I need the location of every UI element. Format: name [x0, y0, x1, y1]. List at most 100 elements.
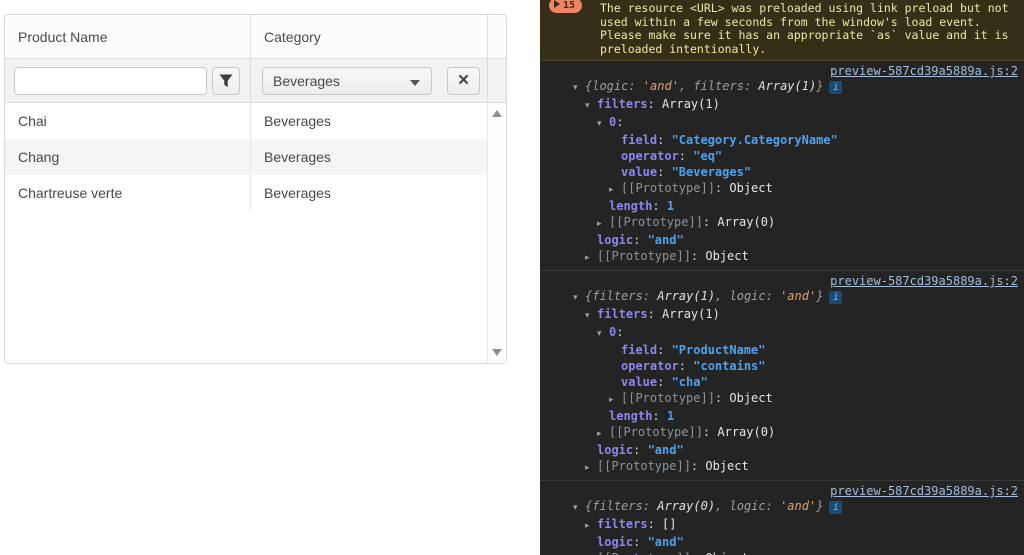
- console-token: :: [679, 359, 693, 373]
- console-token: value: [621, 375, 657, 389]
- scroll-up-icon[interactable]: [492, 110, 502, 117]
- filter-scrollbar-gutter: [488, 59, 506, 102]
- console-tree-line: ▾0:: [546, 324, 1018, 342]
- funnel-icon: [219, 74, 233, 88]
- expand-arrow-icon[interactable]: ▸: [585, 518, 597, 534]
- console-token: :: [648, 97, 662, 111]
- console-token: :: [652, 409, 666, 423]
- warning-text-line: preloaded intentionally.: [600, 43, 1018, 57]
- console-token: logic:: [730, 289, 781, 303]
- console-tree-line: logic: "and": [546, 232, 1018, 248]
- column-header-product-name[interactable]: Product Name: [5, 15, 251, 58]
- console-token: field: [621, 343, 657, 357]
- table-row[interactable]: Chang Beverages: [5, 139, 506, 175]
- source-link[interactable]: preview-587cd39a5889a.js:2: [830, 64, 1018, 78]
- info-icon[interactable]: i: [829, 291, 842, 304]
- info-icon[interactable]: i: [829, 81, 842, 94]
- console-token: "ProductName": [672, 343, 766, 357]
- category-cell: Beverages: [251, 175, 488, 211]
- console-token: "Beverages": [672, 165, 751, 179]
- collapse-arrow-icon[interactable]: ▾: [585, 98, 597, 114]
- console-tree-line: ▸[[Prototype]]: Array(0): [546, 424, 1018, 442]
- source-link[interactable]: preview-587cd39a5889a.js:2: [830, 484, 1018, 498]
- expand-arrow-icon[interactable]: ▸: [585, 460, 597, 476]
- console-token: :: [633, 535, 647, 549]
- console-token: logic:: [730, 499, 781, 513]
- console-warning[interactable]: 15 The resource <URL> was preloaded usin…: [540, 0, 1024, 61]
- console-tree-line: ▸[[Prototype]]: Object: [546, 248, 1018, 266]
- collapse-arrow-icon[interactable]: ▾: [585, 308, 597, 324]
- console-token: logic: [597, 233, 633, 247]
- vertical-scrollbar[interactable]: [487, 103, 506, 363]
- warning-count: 15: [563, 0, 575, 11]
- console-token: :: [715, 391, 729, 405]
- console-entries: preview-587cd39a5889a.js:2▾{logic: 'and'…: [540, 61, 1024, 555]
- console-token: ,: [715, 289, 729, 303]
- console-token: :: [648, 517, 662, 531]
- expand-arrow-icon[interactable]: ▸: [597, 216, 609, 232]
- console-token: length: [609, 409, 652, 423]
- category-filter-dropdown[interactable]: Beverages: [262, 67, 432, 95]
- console-tree-line: ▾filters: Array(1): [546, 96, 1018, 114]
- category-cell: Beverages: [251, 139, 488, 175]
- console-token: Array(1): [662, 307, 720, 321]
- collapse-arrow-icon[interactable]: ▾: [573, 80, 585, 96]
- console-token: "contains": [693, 359, 765, 373]
- console-tree-line: ▾{filters: Array(1), logic: 'and'}i: [546, 288, 1018, 306]
- console-token: }: [816, 499, 823, 513]
- console-tree-line: ▸[[Prototype]]: Array(0): [546, 214, 1018, 232]
- console-token: filters: [597, 307, 648, 321]
- console-token: Array(1): [657, 289, 715, 303]
- table-row[interactable]: Chartreuse verte Beverages: [5, 175, 506, 211]
- collapse-arrow-icon[interactable]: ▾: [573, 290, 585, 306]
- console-tree-line: value: "Beverages": [546, 164, 1018, 180]
- collapse-arrow-icon[interactable]: ▾: [597, 326, 609, 342]
- source-link[interactable]: preview-587cd39a5889a.js:2: [830, 274, 1018, 288]
- clear-filter-button[interactable]: ×: [447, 67, 480, 95]
- console-tree-line: field: "Category.CategoryName": [546, 132, 1018, 148]
- product-name-cell: Chartreuse verte: [5, 175, 251, 211]
- expand-arrow-icon[interactable]: ▸: [597, 426, 609, 442]
- console-token: :: [657, 133, 671, 147]
- category-filter-cell: Beverages ×: [251, 59, 488, 102]
- collapse-arrow-icon[interactable]: ▾: [573, 500, 585, 516]
- console-tree-line: length: 1: [546, 408, 1018, 424]
- console-token: field: [621, 133, 657, 147]
- console-token: filters: [597, 517, 648, 531]
- filter-funnel-button[interactable]: [212, 67, 240, 95]
- warning-count-badge[interactable]: 15: [549, 0, 582, 13]
- console-token: {filters:: [585, 499, 657, 513]
- warning-text-line: used within a few seconds from the windo…: [600, 16, 1018, 30]
- console-token: :: [652, 199, 666, 213]
- console-token: Array(1): [758, 79, 816, 93]
- expand-arrow-icon[interactable]: ▸: [609, 182, 621, 198]
- console-tree-line: ▸[[Prototype]]: Object: [546, 390, 1018, 408]
- console-token: ,: [715, 499, 729, 513]
- expand-arrow-icon[interactable]: ▸: [585, 250, 597, 266]
- product-filter-input[interactable]: [14, 67, 207, 95]
- console-token: 'and': [780, 499, 816, 513]
- console-token: ,: [679, 79, 693, 93]
- console-tree-line: ▾0:: [546, 114, 1018, 132]
- product-name-cell: Chai: [5, 103, 251, 139]
- console-tree-line: logic: "and": [546, 442, 1018, 458]
- scroll-down-icon[interactable]: [492, 349, 502, 356]
- console-token: filters:: [693, 79, 758, 93]
- info-icon[interactable]: i: [829, 501, 842, 514]
- expand-arrow-icon[interactable]: ▸: [609, 392, 621, 408]
- console-tree-line: ▾filters: Array(1): [546, 306, 1018, 324]
- console-token: "and": [648, 535, 684, 549]
- console-token: Array(1): [662, 97, 720, 111]
- column-header-category[interactable]: Category: [251, 15, 488, 58]
- console-token: Object: [729, 181, 772, 195]
- devtools-console: 15 The resource <URL> was preloaded usin…: [540, 0, 1024, 555]
- console-token: :: [657, 165, 671, 179]
- table-row[interactable]: Chai Beverages: [5, 103, 506, 139]
- dropdown-value: Beverages: [273, 73, 340, 89]
- console-token: :: [648, 307, 662, 321]
- collapse-arrow-icon[interactable]: ▾: [597, 116, 609, 132]
- console-entry: preview-587cd39a5889a.js:2▾{logic: 'and'…: [540, 61, 1024, 271]
- console-token: [[Prototype]]: [621, 181, 715, 195]
- console-tree-line: operator: "eq": [546, 148, 1018, 164]
- console-tree-line: operator: "contains": [546, 358, 1018, 374]
